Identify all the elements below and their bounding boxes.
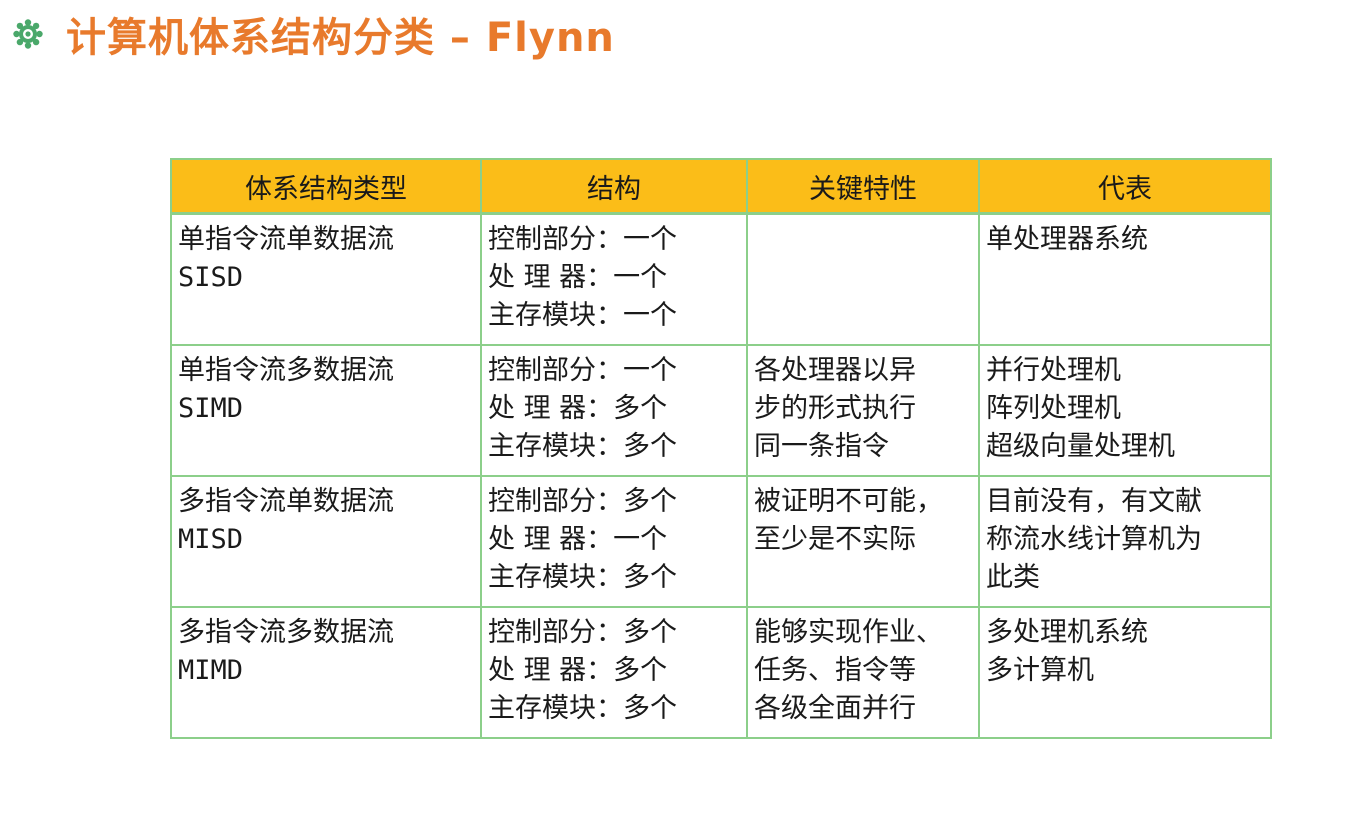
type-name: 单指令流单数据流 xyxy=(178,224,394,255)
example-item: 多计算机 xyxy=(986,655,1094,686)
table-row-sisd: 单指令流单数据流 SISD 控制部分：一个 处 理 器：一个 主存模块：一个 单… xyxy=(170,212,1272,346)
cell-examples: 单处理器系统 xyxy=(978,212,1272,346)
structure-control: 控制部分：多个 xyxy=(488,617,677,648)
cell-features: 能够实现作业、 任务、指令等 各级全面并行 xyxy=(746,606,980,739)
table-row-simd: 单指令流多数据流 SIMD 控制部分：一个 处 理 器：多个 主存模块：多个 各… xyxy=(170,344,1272,477)
feature-line: 各级全面并行 xyxy=(754,693,916,724)
type-name: 单指令流多数据流 xyxy=(178,355,394,386)
feature-line: 任务、指令等 xyxy=(754,655,916,686)
column-header-features: 关键特性 xyxy=(746,158,980,215)
cell-structure: 控制部分：多个 处 理 器：一个 主存模块：多个 xyxy=(480,475,748,608)
structure-processor: 处 理 器：一个 xyxy=(488,262,668,293)
cell-type: 多指令流单数据流 MISD xyxy=(170,475,482,608)
example-item: 此类 xyxy=(986,562,1040,593)
feature-line: 被证明不可能， xyxy=(754,486,943,517)
gear-flower-icon xyxy=(13,19,43,49)
table-row-mimd: 多指令流多数据流 MIMD 控制部分：多个 处 理 器：多个 主存模块：多个 能… xyxy=(170,606,1272,739)
cell-examples: 目前没有，有文献 称流水线计算机为 此类 xyxy=(978,475,1272,608)
cell-examples: 并行处理机 阵列处理机 超级向量处理机 xyxy=(978,344,1272,477)
feature-line: 各处理器以异 xyxy=(754,355,916,386)
structure-control: 控制部分：一个 xyxy=(488,224,677,255)
cell-type: 单指令流多数据流 SIMD xyxy=(170,344,482,477)
structure-memory: 主存模块：多个 xyxy=(488,693,677,724)
table-header-row: 体系结构类型 结构 关键特性 代表 xyxy=(170,158,1272,215)
cell-features: 被证明不可能， 至少是不实际 xyxy=(746,475,980,608)
example-item: 并行处理机 xyxy=(986,355,1121,386)
type-name: 多指令流多数据流 xyxy=(178,617,394,648)
feature-line: 能够实现作业、 xyxy=(754,617,943,648)
example-item: 目前没有，有文献 xyxy=(986,486,1202,517)
cell-structure: 控制部分：一个 处 理 器：多个 主存模块：多个 xyxy=(480,344,748,477)
feature-line: 步的形式执行 xyxy=(754,393,916,424)
column-header-type: 体系结构类型 xyxy=(170,158,482,215)
cell-examples: 多处理机系统 多计算机 xyxy=(978,606,1272,739)
structure-processor: 处 理 器：多个 xyxy=(488,655,668,686)
example-item: 称流水线计算机为 xyxy=(986,524,1202,555)
example-item: 超级向量处理机 xyxy=(986,431,1175,462)
structure-memory: 主存模块：多个 xyxy=(488,562,677,593)
structure-control: 控制部分：多个 xyxy=(488,486,677,517)
example-item: 阵列处理机 xyxy=(986,393,1121,424)
feature-line: 同一条指令 xyxy=(754,431,889,462)
example-item: 单处理器系统 xyxy=(986,224,1148,255)
slide-title: 计算机体系结构分类 – Flynn xyxy=(12,4,615,64)
cell-type: 多指令流多数据流 MIMD xyxy=(170,606,482,739)
type-abbr: SISD xyxy=(178,262,244,293)
type-abbr: SIMD xyxy=(178,393,244,424)
flynn-classification-table: 体系结构类型 结构 关键特性 代表 单指令流单数据流 SISD 控制部分：一个 … xyxy=(170,158,1272,739)
structure-memory: 主存模块：一个 xyxy=(488,300,677,331)
structure-processor: 处 理 器：一个 xyxy=(488,524,668,555)
column-header-structure: 结构 xyxy=(480,158,748,215)
cell-features xyxy=(746,212,980,346)
structure-control: 控制部分：一个 xyxy=(488,355,677,386)
cell-structure: 控制部分：多个 处 理 器：多个 主存模块：多个 xyxy=(480,606,748,739)
feature-line: 至少是不实际 xyxy=(754,524,916,555)
structure-processor: 处 理 器：多个 xyxy=(488,393,668,424)
column-header-examples: 代表 xyxy=(978,158,1272,215)
type-name: 多指令流单数据流 xyxy=(178,486,394,517)
cell-type: 单指令流单数据流 SISD xyxy=(170,212,482,346)
type-abbr: MISD xyxy=(178,524,244,555)
table-row-misd: 多指令流单数据流 MISD 控制部分：多个 处 理 器：一个 主存模块：多个 被… xyxy=(170,475,1272,608)
cell-features: 各处理器以异 步的形式执行 同一条指令 xyxy=(746,344,980,477)
cell-structure: 控制部分：一个 处 理 器：一个 主存模块：一个 xyxy=(480,212,748,346)
example-item: 多处理机系统 xyxy=(986,617,1148,648)
page-title: 计算机体系结构分类 – Flynn xyxy=(66,15,615,61)
type-abbr: MIMD xyxy=(178,655,244,686)
structure-memory: 主存模块：多个 xyxy=(488,431,677,462)
